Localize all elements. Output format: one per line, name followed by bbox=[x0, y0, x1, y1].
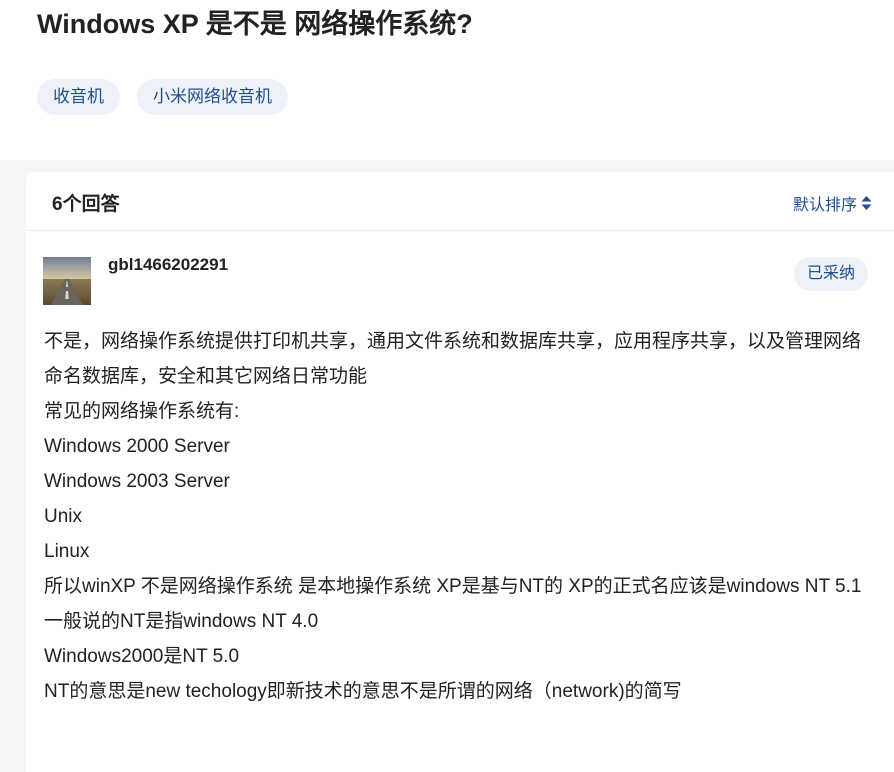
question-header: Windows XP 是不是 网络操作系统? 收音机 小米网络收音机 bbox=[0, 0, 894, 160]
answer-paragraph: Unix bbox=[44, 506, 83, 527]
sort-dropdown[interactable]: 默认排序 bbox=[793, 191, 872, 215]
answer-paragraph: Windows2000是NT 5.0 bbox=[44, 646, 240, 667]
tag-radio[interactable]: 收音机 bbox=[37, 79, 120, 115]
answer-content: 不是，网络操作系统提供打印机共享，通用文件系统和数据库共享，应用程序共享，以及管… bbox=[44, 324, 874, 709]
answer-paragraph: 不是，网络操作系统提供打印机共享，通用文件系统和数据库共享，应用程序共享，以及管… bbox=[44, 331, 862, 387]
answers-card: 6个回答 默认排序 gbl1466202291 已采纳 不是，网络操作系统提供打… bbox=[26, 172, 894, 772]
landscape-road-avatar-icon bbox=[43, 257, 91, 305]
answer-username[interactable]: gbl1466202291 bbox=[108, 255, 228, 275]
answer-count: 6个回答 bbox=[52, 194, 120, 215]
sort-label: 默认排序 bbox=[792, 197, 857, 214]
answer-paragraph: 一般说的NT是指windows NT 4.0 bbox=[44, 611, 319, 632]
adopted-badge: 已采纳 bbox=[793, 257, 868, 291]
tag-list: 收音机 小米网络收音机 bbox=[37, 79, 288, 115]
avatar[interactable] bbox=[43, 257, 91, 305]
answer-paragraph: 常见的网络操作系统有: bbox=[44, 401, 240, 422]
answer-paragraph: Linux bbox=[44, 541, 90, 562]
answer-paragraph: Windows 2000 Server bbox=[44, 436, 230, 457]
answer-paragraph: 所以winXP 不是网络操作系统 是本地操作系统 XP是基与NT的 XP的正式名… bbox=[44, 576, 862, 597]
question-title: Windows XP 是不是 网络操作系统? bbox=[37, 9, 473, 39]
tag-xiaomi-network-radio[interactable]: 小米网络收音机 bbox=[137, 79, 288, 115]
answer-paragraph: NT的意思是new techology即新技术的意思不是所谓的网络（networ… bbox=[44, 681, 682, 702]
sort-arrows-icon bbox=[861, 196, 872, 210]
answer-paragraph: Windows 2003 Server bbox=[44, 471, 230, 492]
answers-header: 6个回答 默认排序 bbox=[26, 172, 894, 231]
